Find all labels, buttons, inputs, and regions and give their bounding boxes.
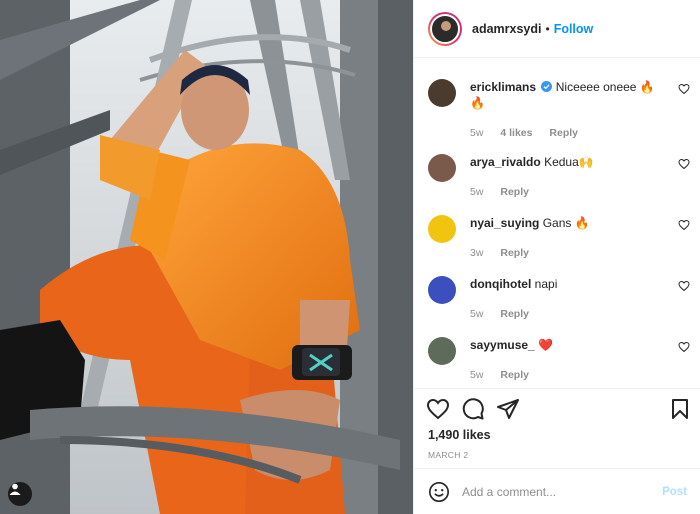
header-separator: • (545, 21, 550, 36)
commenter-username[interactable]: arya_rivaldo (470, 155, 541, 169)
comment-text: ❤️ (538, 338, 554, 352)
comment-likes[interactable]: 4 likes (500, 127, 532, 139)
follow-button[interactable]: Follow (554, 22, 594, 36)
comment-time: 5w (470, 186, 484, 198)
verified-badge-icon (541, 81, 553, 92)
reply-button[interactable]: Reply (549, 127, 578, 139)
post-comment-button[interactable]: Post (662, 486, 687, 498)
reply-button[interactable]: Reply (500, 247, 529, 259)
comment-time: 5w (470, 127, 484, 139)
comment-text: Kedua🙌 (544, 155, 594, 169)
commenter-avatar[interactable] (428, 337, 456, 365)
comment-item: arya_rivaldo Kedua🙌 5w Reply (428, 154, 690, 200)
comment-meta: 5w Reply (470, 184, 660, 200)
comment-meta: 3w Reply (470, 245, 660, 261)
smiley-icon[interactable] (428, 481, 450, 503)
heart-icon[interactable] (678, 280, 690, 292)
commenter-avatar[interactable] (428, 154, 456, 182)
reply-button[interactable]: Reply (500, 369, 529, 381)
bookmark-icon[interactable] (668, 397, 692, 421)
commenter-avatar[interactable] (428, 215, 456, 243)
action-bar (426, 397, 692, 423)
heart-icon[interactable] (678, 158, 690, 170)
commenter-username[interactable]: sayymuse_ (470, 338, 535, 352)
comment-icon[interactable] (461, 397, 485, 421)
author-avatar[interactable] (428, 11, 462, 46)
author-username[interactable]: adamrxsydi (472, 22, 541, 36)
comment-time: 5w (470, 369, 484, 381)
post-date: MARCH 2 (428, 450, 469, 460)
commenter-username[interactable]: ericklimans (470, 80, 536, 94)
heart-icon[interactable] (426, 397, 450, 421)
heart-icon[interactable] (678, 83, 690, 95)
comment-item: donqihotel napi 5w Reply (428, 276, 690, 322)
commenter-username[interactable]: donqihotel (470, 277, 531, 291)
likes-count[interactable]: 1,490 likes (428, 428, 491, 442)
comment-input[interactable] (462, 484, 652, 499)
reply-button[interactable]: Reply (500, 308, 529, 320)
reply-button[interactable]: Reply (500, 186, 529, 198)
comment-time: 5w (470, 308, 484, 320)
commenter-username[interactable]: nyai_suying (470, 216, 539, 230)
heart-icon[interactable] (678, 341, 690, 353)
post-sidebar: adamrxsydi • Follow ericklimans Niceeee … (413, 0, 700, 514)
photo-illustration (0, 0, 413, 514)
comment-time: 3w (470, 247, 484, 259)
comment-item: nyai_suying Gans 🔥 3w Reply (428, 215, 690, 261)
heart-icon[interactable] (678, 219, 690, 231)
comment-item: ericklimans Niceeee oneee 🔥 🔥 5w 4 likes… (428, 79, 690, 141)
post-header: adamrxsydi • Follow (414, 0, 700, 58)
post-photo[interactable] (0, 0, 413, 514)
commenter-avatar[interactable] (428, 79, 456, 107)
comments-list[interactable]: ericklimans Niceeee oneee 🔥 🔥 5w 4 likes… (414, 59, 700, 387)
person-tag-icon[interactable] (8, 482, 32, 506)
comment-item: sayymuse_ ❤️ 5w Reply (428, 337, 690, 383)
comment-meta: 5w Reply (470, 367, 660, 383)
post-actions: 1,490 likes MARCH 2 (414, 388, 700, 468)
comment-text: napi (534, 277, 558, 291)
commenter-avatar[interactable] (428, 276, 456, 304)
comment-meta: 5w Reply (470, 306, 660, 322)
paper-plane-icon[interactable] (496, 397, 520, 421)
comment-meta: 5w 4 likes Reply (470, 125, 660, 141)
comment-text: Gans 🔥 (542, 216, 590, 230)
add-comment-bar: Post (414, 468, 700, 514)
